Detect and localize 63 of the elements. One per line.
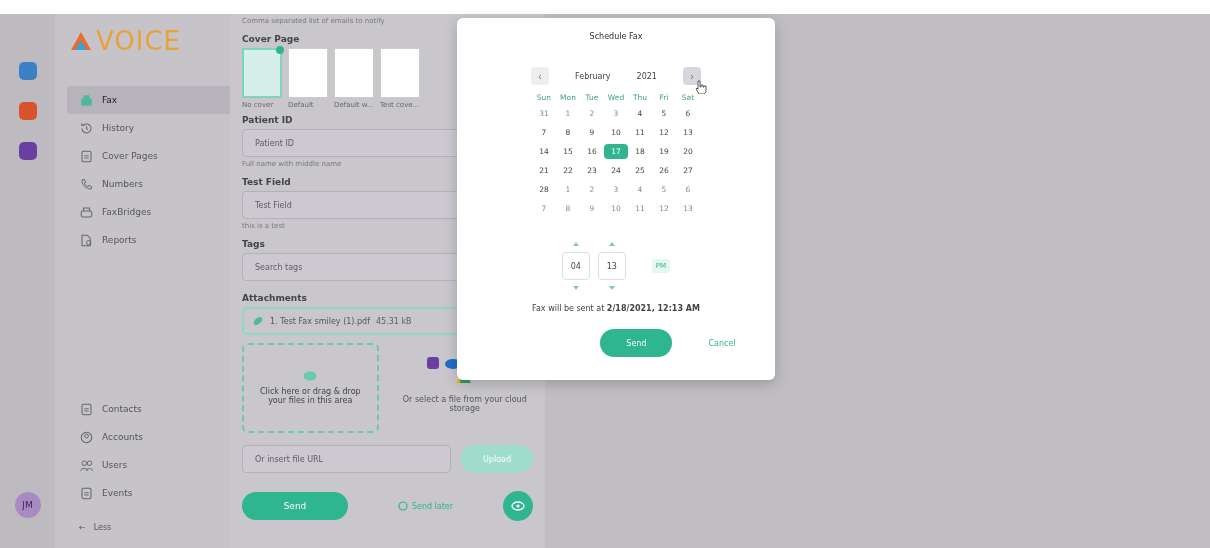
app-icon[interactable] <box>18 142 37 160</box>
sidebar-item[interactable]: Fax <box>67 86 230 114</box>
sidebar-item[interactable]: Accounts <box>67 423 230 451</box>
report-icon <box>79 232 94 248</box>
logo-text: VOICE <box>96 26 182 56</box>
send-button[interactable]: Send <box>242 492 348 520</box>
sidebar-item[interactable]: FaxBridges <box>67 198 230 226</box>
doc-icon <box>79 401 94 417</box>
dropzone-text: Click here or drag & drop your files in this area <box>258 387 362 405</box>
less-link[interactable]: Less <box>93 523 112 532</box>
users-icon <box>79 457 94 473</box>
history-icon <box>79 120 94 136</box>
cover-thumbnail[interactable] <box>288 48 328 98</box>
chevron-down-icon[interactable] <box>572 286 579 290</box>
phone-icon <box>79 176 94 192</box>
eye-icon <box>511 501 525 511</box>
chevron-up-icon[interactable] <box>572 242 579 246</box>
sidebar-item[interactable]: History <box>67 114 230 142</box>
clock-icon <box>397 501 408 511</box>
url-field[interactable]: Or insert file URL <box>242 445 451 473</box>
send-button[interactable]: Send <box>600 329 673 357</box>
chevron-up-icon[interactable] <box>608 242 615 246</box>
dropzone[interactable]: Click here or drag & drop your files in this area <box>242 343 379 433</box>
hour-field[interactable]: 04 <box>561 252 590 280</box>
schedule-summary: Fax will be sent at 2/18/2021, 12:13 AM <box>532 304 700 313</box>
file-size: 45.31 kB <box>376 316 412 326</box>
app-icon[interactable] <box>18 102 37 120</box>
cover-thumbnail[interactable] <box>242 48 282 98</box>
sidebar-item[interactable]: Numbers <box>67 170 230 198</box>
printer-icon <box>79 204 94 220</box>
doc-icon <box>79 148 94 164</box>
doc-icon <box>79 485 94 501</box>
file-name: 1. Test Fax smiley (1).pdf <box>270 316 370 326</box>
preview-button[interactable] <box>503 491 533 521</box>
cover-thumbnail[interactable] <box>334 48 374 98</box>
pointer-cursor-icon <box>695 80 707 94</box>
chevron-down-icon[interactable] <box>608 286 615 290</box>
next-month-button[interactable]: › <box>683 67 701 85</box>
app-icon[interactable] <box>18 62 37 80</box>
dialog-title: Schedule Fax <box>589 32 643 41</box>
year-label: 2021 <box>636 71 657 81</box>
sidebar-item[interactable]: Cover Pages <box>67 142 230 170</box>
sidebar-item[interactable]: Users <box>67 451 230 479</box>
cloud-text: Or select a file from your cloud storage <box>401 395 528 413</box>
sidebar-item[interactable]: Reports <box>67 226 230 254</box>
field-label: Test Field <box>242 177 292 187</box>
check-icon <box>276 46 284 54</box>
field-label: Tags <box>242 239 266 249</box>
cancel-button[interactable]: Cancel <box>702 337 742 349</box>
field-label: Attachments <box>242 293 308 303</box>
prev-month-button[interactable]: ‹ <box>531 67 549 85</box>
user-icon <box>79 429 94 445</box>
field-label: Patient ID <box>242 115 294 125</box>
field-label: Cover Page <box>242 34 301 44</box>
sidebar-item[interactable]: Contacts <box>67 395 230 423</box>
sidebar-item[interactable]: Events <box>67 479 230 507</box>
fax-icon <box>79 92 94 108</box>
user-avatar[interactable]: JM <box>14 492 41 518</box>
minute-field[interactable]: 13 <box>597 252 626 280</box>
arrow-icon[interactable]: ← <box>79 523 86 532</box>
month-label: February <box>575 71 611 81</box>
cover-thumbnail[interactable] <box>380 48 420 98</box>
logo-icon <box>70 31 92 51</box>
